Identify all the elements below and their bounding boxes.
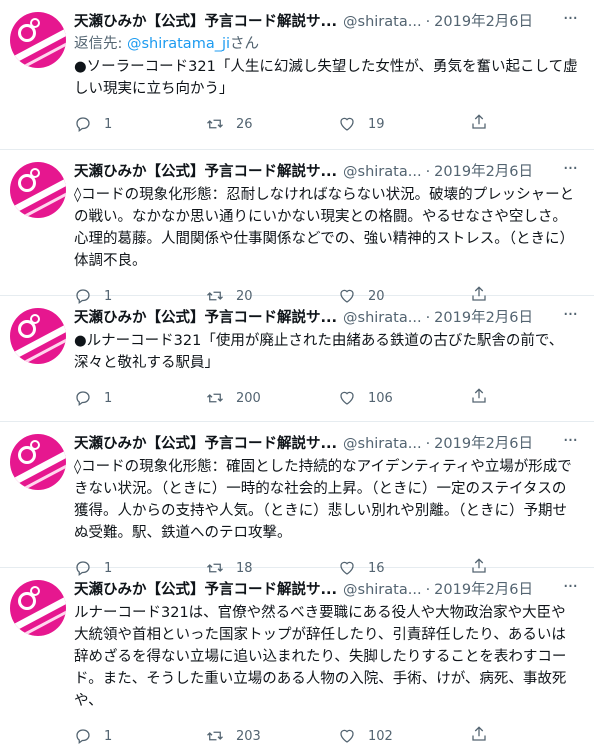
reply-count: 1 <box>104 116 113 132</box>
avatar[interactable] <box>10 308 66 364</box>
reply-to-link[interactable]: @shiratama_ji <box>127 36 230 52</box>
avatar[interactable] <box>10 434 66 490</box>
author-handle[interactable]: @shirata... <box>343 580 422 600</box>
author-handle[interactable]: @shirata... <box>343 12 422 32</box>
like-count: 19 <box>368 116 385 132</box>
reply-count: 1 <box>104 390 113 406</box>
retweet-count: 200 <box>236 390 261 406</box>
separator-dot: · <box>425 164 431 180</box>
author-name[interactable]: 天瀬ひみか【公式】予言コード解説サ... <box>74 162 337 182</box>
action-bar: 1 200 106 <box>74 380 580 416</box>
heart-icon <box>340 729 354 743</box>
reply-button[interactable]: 1 <box>74 727 206 745</box>
tweet[interactable]: 天瀬ひみか【公式】予言コード解説サ... @shirata... · 2019年… <box>0 422 594 577</box>
tweet[interactable]: 天瀬ひみか【公式】予言コード解説サ... @shirata... · 2019年… <box>0 0 594 150</box>
share-icon <box>472 388 486 403</box>
avatar[interactable] <box>10 162 66 218</box>
separator-dot: · <box>425 436 431 452</box>
tweet-date[interactable]: 2019年2月6日 <box>434 308 533 328</box>
share-icon <box>472 726 486 741</box>
tweet-text: ●ルナーコード321「使用が廃止された由緒ある鉄道の古びた駅舎の前で、深々と敬礼… <box>74 333 564 371</box>
action-bar: 1 203 102 <box>74 718 580 754</box>
author-name[interactable]: 天瀬ひみか【公式】予言コード解説サ... <box>74 434 337 454</box>
author-handle[interactable]: @shirata... <box>343 162 422 182</box>
heart-icon <box>340 117 354 131</box>
reply-button[interactable]: 1 <box>74 389 206 407</box>
retweet-icon <box>207 731 223 741</box>
tweet[interactable]: 天瀬ひみか【公式】予言コード解説サ... @shirata... · 2019年… <box>0 296 594 422</box>
tweet-text: ルナーコード321は、官僚や然るべき要職にある役人や大物政治家や大臣や大統領や首… <box>74 605 567 709</box>
separator-dot: · <box>425 582 431 598</box>
reply-to-line: 返信先: @shiratama_jiさん <box>74 34 580 54</box>
author-name[interactable]: 天瀬ひみか【公式】予言コード解説サ... <box>74 12 337 32</box>
author-name[interactable]: 天瀬ひみか【公式】予言コード解説サ... <box>74 580 337 600</box>
reply-icon <box>76 729 90 745</box>
action-bar: 1 26 19 <box>74 106 580 142</box>
reply-suffix: さん <box>230 36 260 52</box>
tweet[interactable]: 天瀬ひみか【公式】予言コード解説サ... @shirata... · 2019年… <box>0 568 594 745</box>
tweet-date[interactable]: 2019年2月6日 <box>434 162 533 182</box>
retweet-button[interactable]: 200 <box>206 389 338 407</box>
author-handle[interactable]: @shirata... <box>343 308 422 328</box>
retweet-count: 26 <box>236 116 253 132</box>
tweet-text: ◊コードの現象化形態：忍耐しなければならない状況。破壊的プレッシャーとの戦い。な… <box>74 187 575 269</box>
more-icon[interactable]: ··· <box>560 306 580 328</box>
retweet-button[interactable]: 203 <box>206 727 338 745</box>
tweet-date[interactable]: 2019年2月6日 <box>434 580 533 600</box>
separator-dot: · <box>425 14 431 30</box>
tweet-text: ●ソーラーコード321「人生に幻滅し失望した女性が、勇気を奮い起こして虚しい現実… <box>74 59 578 97</box>
more-icon[interactable]: ··· <box>560 160 580 182</box>
tweet-date[interactable]: 2019年2月6日 <box>434 12 533 32</box>
reply-icon <box>76 117 90 133</box>
like-button[interactable]: 102 <box>338 727 470 745</box>
retweet-button[interactable]: 26 <box>206 115 338 133</box>
avatar[interactable] <box>10 580 66 636</box>
retweet-icon <box>207 393 223 403</box>
reply-icon <box>76 391 90 407</box>
avatar[interactable] <box>10 12 66 68</box>
author-name[interactable]: 天瀬ひみか【公式】予言コード解説サ... <box>74 308 337 328</box>
retweet-icon <box>207 119 223 129</box>
like-count: 102 <box>368 728 393 744</box>
tweet[interactable]: 天瀬ひみか【公式】予言コード解説サ... @shirata... · 2019年… <box>0 150 594 305</box>
like-count: 106 <box>368 390 393 406</box>
author-handle[interactable]: @shirata... <box>343 434 422 454</box>
reply-count: 1 <box>104 728 113 744</box>
reply-prefix: 返信先: <box>74 36 127 52</box>
retweet-count: 203 <box>236 728 261 744</box>
share-button[interactable] <box>470 113 488 135</box>
reply-button[interactable]: 1 <box>74 115 206 133</box>
separator-dot: · <box>425 310 431 326</box>
share-button[interactable] <box>470 725 488 747</box>
share-icon <box>472 114 486 129</box>
more-icon[interactable]: ··· <box>560 10 580 32</box>
more-icon[interactable]: ··· <box>560 432 580 454</box>
tweet-date[interactable]: 2019年2月6日 <box>434 434 533 454</box>
like-button[interactable]: 106 <box>338 389 470 407</box>
share-button[interactable] <box>470 387 488 409</box>
more-icon[interactable]: ··· <box>560 578 580 600</box>
like-button[interactable]: 19 <box>338 115 470 133</box>
tweet-text: ◊コードの現象化形態：確固とした持続的なアイデンティティや立場が形成できない状況… <box>74 459 572 541</box>
heart-icon <box>340 391 354 405</box>
